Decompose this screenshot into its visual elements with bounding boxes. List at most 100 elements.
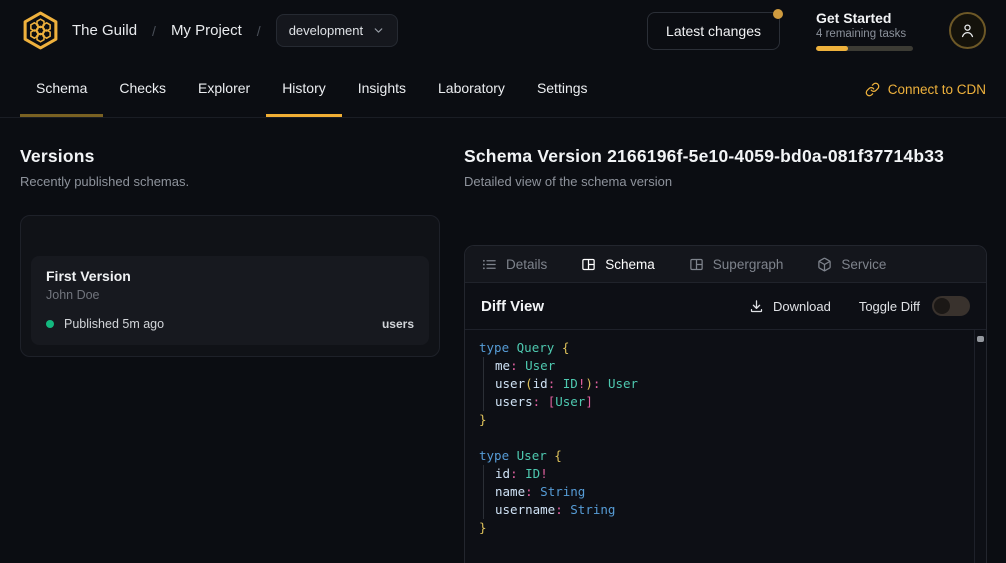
versions-list-card: First Version John Doe Published 5m ago … <box>20 215 440 357</box>
code-line: } <box>479 519 972 537</box>
code-block: type Query {me: Useruser(id: ID!): Useru… <box>465 330 986 546</box>
version-detail-panel: Schema Version 2166196f-5e10-4059-bd0a-0… <box>464 146 987 563</box>
detail-tab-supergraph[interactable]: Supergraph <box>689 257 784 272</box>
get-started-subtitle: 4 remaining tasks <box>816 28 913 40</box>
user-avatar[interactable] <box>949 12 986 49</box>
latest-changes-button[interactable]: Latest changes <box>647 12 780 50</box>
environment-select-value: development <box>289 23 363 38</box>
toggle-knob <box>934 298 950 314</box>
code-token: ( <box>525 376 533 391</box>
code-line <box>479 429 972 447</box>
schema-code-viewer[interactable]: type Query {me: Useruser(id: ID!): Useru… <box>465 330 986 563</box>
toggle-diff-group: Toggle Diff <box>859 296 970 316</box>
code-token: id <box>533 376 548 391</box>
version-status: Published 5m ago <box>64 317 164 331</box>
app-window: The Guild / My Project / development Lat… <box>0 0 1006 563</box>
version-list-item[interactable]: First Version John Doe Published 5m ago … <box>31 256 429 345</box>
published-status-dot <box>46 320 54 328</box>
code-token <box>540 394 548 409</box>
diff-view-title: Diff View <box>481 298 544 315</box>
link-icon <box>865 82 880 97</box>
code-token: } <box>479 520 487 535</box>
code-line: } <box>479 411 972 429</box>
nav-tab-schema[interactable]: Schema <box>20 61 103 117</box>
code-token: User <box>555 394 585 409</box>
nav-tab-laboratory[interactable]: Laboratory <box>422 61 521 117</box>
code-token: User <box>608 376 638 391</box>
code-token: String <box>540 484 585 499</box>
nav-tab-insights[interactable]: Insights <box>342 61 422 117</box>
code-token: me <box>495 358 510 373</box>
code-token: type <box>479 448 509 463</box>
versions-subtitle: Recently published schemas. <box>20 174 440 189</box>
version-meta-row: Published 5m ago users <box>46 317 414 331</box>
code-line: users: [User] <box>483 393 972 411</box>
detail-tab-details[interactable]: Details <box>482 257 547 272</box>
version-author: John Doe <box>46 288 414 302</box>
nav-tab-explorer[interactable]: Explorer <box>182 61 266 117</box>
detail-tab-label: Supergraph <box>713 257 784 272</box>
nav-tab-settings[interactable]: Settings <box>521 61 604 117</box>
nav-tab-checks[interactable]: Checks <box>103 61 182 117</box>
cube-icon <box>817 257 832 272</box>
code-token: name <box>495 484 525 499</box>
code-token <box>518 358 526 373</box>
code-token <box>509 340 517 355</box>
version-detail-subtitle: Detailed view of the schema version <box>464 174 987 189</box>
versions-title: Versions <box>20 146 440 167</box>
version-name: First Version <box>46 268 414 284</box>
code-token: ID <box>563 376 578 391</box>
code-line: name: String <box>483 483 972 501</box>
code-token: : <box>510 466 518 481</box>
get-started-progress-track <box>816 46 913 51</box>
code-token: : <box>555 502 563 517</box>
columns-icon <box>581 257 596 272</box>
code-token: ) <box>585 376 593 391</box>
detail-tab-schema[interactable]: Schema <box>581 257 655 272</box>
toggle-diff-label: Toggle Diff <box>859 299 920 314</box>
toggle-diff-switch[interactable] <box>932 296 970 316</box>
code-token <box>509 448 517 463</box>
breadcrumb-org[interactable]: The Guild <box>72 22 137 39</box>
get-started-widget[interactable]: Get Started 4 remaining tasks <box>816 10 913 51</box>
code-token: type <box>479 340 509 355</box>
list-icon <box>482 257 497 272</box>
connect-to-cdn-link[interactable]: Connect to CDN <box>865 61 986 117</box>
code-line: me: User <box>483 357 972 375</box>
code-token <box>555 376 563 391</box>
progress-fill <box>816 46 848 51</box>
person-icon <box>959 22 976 39</box>
diff-view-header: Diff View Download Toggle Diff <box>465 283 986 330</box>
hive-logo-icon[interactable] <box>20 10 61 51</box>
detail-tab-service[interactable]: Service <box>817 257 886 272</box>
notification-dot <box>773 9 783 19</box>
code-token <box>600 376 608 391</box>
code-token: username <box>495 502 555 517</box>
header-right-cluster: Latest changes Get Started 4 remaining t… <box>647 10 986 51</box>
breadcrumb-separator: / <box>152 23 156 39</box>
versions-panel: Versions Recently published schemas. Fir… <box>20 146 440 357</box>
code-token <box>554 340 562 355</box>
detail-tabstrip: Details Schema Supergraph <box>465 246 986 283</box>
code-token: Query <box>517 340 555 355</box>
breadcrumb-separator: / <box>257 23 261 39</box>
version-service-badge: users <box>382 317 414 331</box>
code-token: String <box>570 502 615 517</box>
code-token: } <box>479 412 487 427</box>
nav-tab-history[interactable]: History <box>266 61 342 117</box>
scrollbar-thumb[interactable] <box>977 336 984 342</box>
code-line: type User { <box>479 447 972 465</box>
code-token: ] <box>585 394 593 409</box>
breadcrumb-project[interactable]: My Project <box>171 22 242 39</box>
code-line: type Query { <box>479 339 972 357</box>
download-button[interactable]: Download <box>749 299 831 314</box>
top-header: The Guild / My Project / development Lat… <box>0 0 1006 61</box>
connect-to-cdn-label: Connect to CDN <box>888 82 986 97</box>
vertical-scrollbar[interactable] <box>974 330 986 563</box>
environment-select[interactable]: development <box>276 14 398 47</box>
code-token: users <box>495 394 533 409</box>
code-token: User <box>517 448 547 463</box>
download-icon <box>749 299 764 314</box>
code-token: id <box>495 466 510 481</box>
code-token: User <box>525 358 555 373</box>
